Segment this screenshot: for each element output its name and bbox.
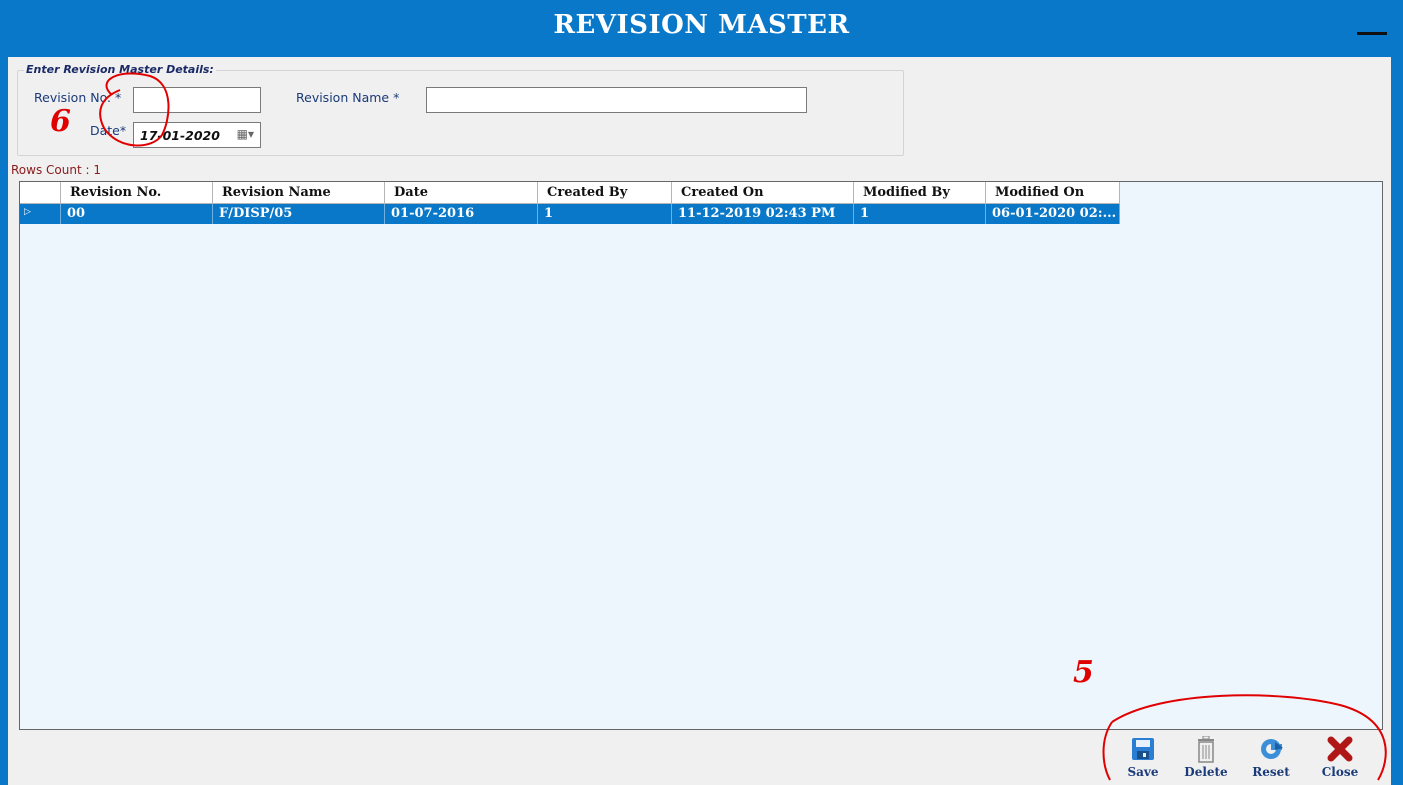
column-header-revision-no[interactable]: Revision No. <box>61 182 213 204</box>
date-label: Date* <box>90 123 127 138</box>
date-picker[interactable]: 17-01-2020 ▦▾ <box>133 122 261 148</box>
table-row[interactable]: ▷ 00 F/DISP/05 01-07-2016 1 11-12-2019 0… <box>20 204 1120 224</box>
date-value: 17-01-2020 <box>140 128 220 143</box>
column-header-created-by[interactable]: Created By <box>538 182 672 204</box>
delete-label: Delete <box>1184 765 1228 779</box>
cell-modified-by[interactable]: 1 <box>854 204 986 224</box>
close-icon <box>1327 736 1353 762</box>
delete-icon <box>1198 736 1214 763</box>
column-header-created-on[interactable]: Created On <box>672 182 854 204</box>
revision-name-label: Revision Name * <box>296 90 400 105</box>
minimize-button[interactable] <box>1357 32 1387 35</box>
revision-grid[interactable]: Revision No. Revision Name Date Created … <box>19 181 1383 730</box>
column-header-modified-on[interactable]: Modified On <box>986 182 1120 204</box>
title-bar: REVISION MASTER <box>0 0 1403 60</box>
save-icon <box>1132 738 1154 760</box>
cell-revision-no[interactable]: 00 <box>61 204 213 224</box>
close-button[interactable]: Close <box>1310 733 1370 783</box>
revision-no-input[interactable] <box>133 87 261 113</box>
column-header-date[interactable]: Date <box>385 182 538 204</box>
close-label: Close <box>1321 765 1359 779</box>
grid-corner-header <box>20 182 61 204</box>
client-area: Enter Revision Master Details: Revision … <box>8 57 1391 785</box>
cell-created-on[interactable]: 11-12-2019 02:43 PM <box>672 204 854 224</box>
reset-icon <box>1261 739 1283 759</box>
save-label: Save <box>1127 765 1159 779</box>
window-title: REVISION MASTER <box>553 10 850 40</box>
reset-button[interactable]: Reset <box>1241 733 1301 783</box>
calendar-dropdown-icon[interactable]: ▦▾ <box>237 127 254 141</box>
annotation-marker-five: 5 <box>1073 655 1094 690</box>
cell-date[interactable]: 01-07-2016 <box>385 204 538 224</box>
column-header-modified-by[interactable]: Modified By <box>854 182 986 204</box>
rows-count: Rows Count : 1 <box>11 163 101 177</box>
column-header-revision-name[interactable]: Revision Name <box>213 182 385 204</box>
group-title: Enter Revision Master Details: <box>24 63 216 76</box>
cell-modified-on[interactable]: 06-01-2020 02:... <box>986 204 1120 224</box>
revision-name-input[interactable] <box>426 87 807 113</box>
revision-no-label: Revision No. * <box>34 90 122 105</box>
cell-created-by[interactable]: 1 <box>538 204 672 224</box>
cell-revision-name[interactable]: F/DISP/05 <box>213 204 385 224</box>
delete-button[interactable]: Delete <box>1176 733 1236 783</box>
revision-details-group: Enter Revision Master Details: Revision … <box>17 63 904 156</box>
reset-label: Reset <box>1252 765 1290 779</box>
save-button[interactable]: Save <box>1113 733 1173 783</box>
annotation-marker-six: 6 <box>50 104 71 139</box>
revision-master-window: REVISION MASTER Enter Revision Master De… <box>0 0 1403 785</box>
row-selector-icon[interactable]: ▷ <box>20 204 61 224</box>
